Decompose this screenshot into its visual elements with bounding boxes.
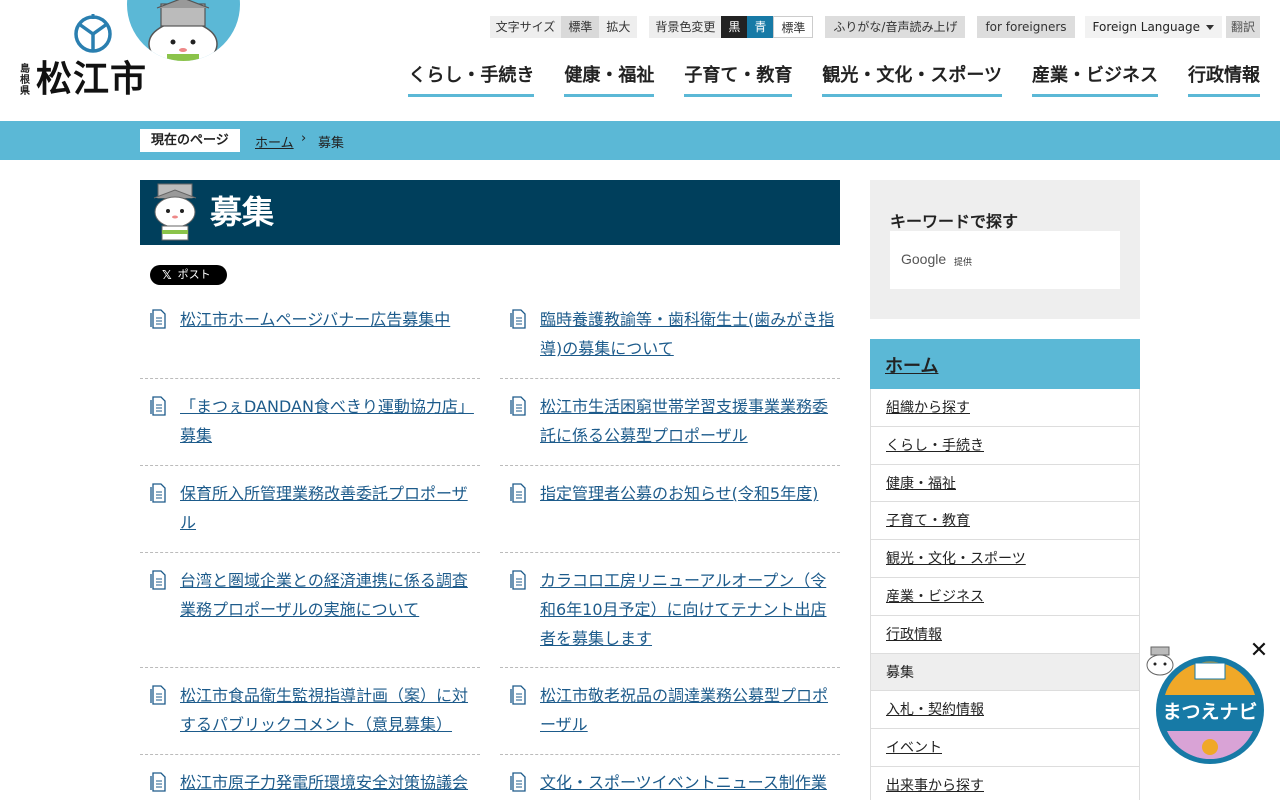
sidebar-item-events[interactable]: イベント: [870, 729, 1140, 767]
language-select-label: Foreign Language: [1092, 20, 1200, 34]
gnav-item-tourism[interactable]: 観光・文化・スポーツ: [822, 64, 1002, 97]
document-icon: [510, 309, 526, 329]
document-icon: [150, 772, 166, 792]
item-link[interactable]: 保育所入所管理業務改善委託プロポーザル: [180, 479, 480, 537]
city-name: 松江市: [36, 59, 148, 100]
document-icon: [150, 396, 166, 416]
document-icon: [150, 685, 166, 705]
item-link[interactable]: 松江市敬老祝品の調達業務公募型プロポーザル: [540, 681, 840, 739]
gnav-item-business[interactable]: 産業・ビジネス: [1032, 64, 1158, 97]
sidebar-item-business[interactable]: 産業・ビジネス: [870, 577, 1140, 616]
bg-black-button[interactable]: 黒: [721, 16, 748, 38]
item-link[interactable]: カラコロ工房リニューアルオープン（令和6年10月予定）に向けてテナント出店者を募…: [540, 566, 840, 653]
matsue-navi-label: まつえナビ: [1162, 701, 1258, 723]
list-item: 松江市食品衛生監視指導計画（案）に対するパブリックコメント（意見募集）: [140, 681, 480, 755]
gnav-item-living[interactable]: くらし・手続き: [408, 64, 535, 97]
google-provided-label: 提供: [954, 258, 973, 268]
document-icon: [510, 483, 526, 503]
chevron-down-icon: [1205, 24, 1214, 30]
font-size-group: 文字サイズ 標準 拡大: [489, 16, 638, 38]
item-link[interactable]: 松江市食品衛生監視指導計画（案）に対するパブリックコメント（意見募集）: [180, 681, 480, 739]
document-icon: [150, 483, 166, 503]
background-color-group: 背景色変更 黒 青 標準: [649, 16, 814, 38]
font-size-label: 文字サイズ: [489, 16, 562, 38]
bg-blue-button[interactable]: 青: [747, 16, 774, 38]
global-nav: くらし・手続き 健康・福祉 子育て・教育 観光・文化・スポーツ 産業・ビジネス …: [408, 64, 1260, 97]
close-icon[interactable]: ✕: [1249, 640, 1269, 662]
document-icon: [510, 772, 526, 792]
document-icon: [150, 570, 166, 590]
sidebar-item-health[interactable]: 健康・福祉: [870, 464, 1140, 503]
list-item: 文化・スポーツイベントニュース制作業: [500, 768, 840, 800]
breadcrumb-label: 現在のページ: [140, 129, 240, 152]
sidebar-nav: ホーム 組織から探す くらし・手続き 健康・福祉 子育て・教育 観光・文化・スポ…: [870, 339, 1140, 800]
document-icon: [510, 685, 526, 705]
list-item: カラコロ工房リニューアルオープン（令和6年10月予定）に向けてテナント出店者を募…: [500, 566, 840, 668]
matsue-navi-widget[interactable]: まつえナビ ✕: [1143, 640, 1271, 766]
page-title-bar: 募集: [140, 180, 840, 245]
item-link[interactable]: 松江市ホームページバナー広告募集中: [180, 305, 480, 334]
sidebar-item-bidding[interactable]: 入札・契約情報: [870, 691, 1140, 730]
sidebar-item-recruitment: 募集: [870, 653, 1140, 692]
sidebar-item-living[interactable]: くらし・手続き: [870, 426, 1140, 465]
city-crest-icon: [74, 14, 112, 53]
translate-button[interactable]: 翻訳: [1225, 16, 1260, 38]
document-icon: [150, 309, 166, 329]
item-link[interactable]: 松江市原子力発電所環境安全対策協議会: [180, 768, 480, 797]
sidebar-item-life-events[interactable]: 出来事から探す: [870, 766, 1140, 800]
list-item: 松江市ホームページバナー広告募集中: [140, 305, 480, 379]
breadcrumb-home-link[interactable]: ホーム: [255, 132, 294, 151]
search-input[interactable]: Google 提供: [890, 231, 1120, 289]
list-item: 保育所入所管理業務改善委託プロポーザル: [140, 479, 480, 553]
list-item: 松江市原子力発電所環境安全対策協議会: [140, 768, 480, 800]
x-post-button[interactable]: 𝕏 ポスト: [150, 265, 227, 285]
item-link[interactable]: 松江市生活困窮世帯学習支援事業業務委託に係る公募型プロポーザル: [540, 392, 840, 450]
search-title: キーワードで探す: [890, 212, 1019, 231]
document-icon: [510, 396, 526, 416]
for-foreigners-link[interactable]: for foreigners: [977, 16, 1075, 38]
utility-bar: 文字サイズ 標準 拡大 背景色変更 黒 青 標準 ふりがな/音声読み上げ for…: [478, 16, 1260, 38]
gnav-item-administration[interactable]: 行政情報: [1188, 64, 1260, 97]
list-item: 指定管理者公募のお知らせ(令和5年度): [500, 479, 840, 553]
site-logo[interactable]: 島根県 松江市: [18, 14, 148, 104]
mascot-icon: [1146, 646, 1174, 676]
font-standard-button[interactable]: 標準: [561, 16, 600, 38]
list-item: 台湾と圏域企業との経済連携に係る調査業務プロポーザルの実施について: [140, 566, 480, 668]
item-link[interactable]: 臨時養護教諭等・歯科衛生士(歯みがき指導)の募集について: [540, 305, 840, 363]
item-link[interactable]: 指定管理者公募のお知らせ(令和5年度): [540, 479, 840, 508]
breadcrumb: 現在のページ ホーム › 募集: [0, 121, 1280, 160]
font-large-button[interactable]: 拡大: [599, 16, 638, 38]
sidebar-home-link[interactable]: ホーム: [870, 339, 1140, 389]
breadcrumb-separator-icon: ›: [301, 131, 307, 146]
site-header: 島根県 松江市 文字サイズ 標準 拡大 背景色変更 黒 青 標準 ふりがな/音声…: [0, 0, 1280, 121]
breadcrumb-current: 募集: [318, 136, 345, 151]
list-item: 松江市敬老祝品の調達業務公募型プロポーザル: [500, 681, 840, 755]
x-post-label: ポスト: [177, 268, 211, 281]
x-logo-icon: 𝕏: [162, 268, 172, 282]
list-item: 松江市生活困窮世帯学習支援事業業務委託に係る公募型プロポーザル: [500, 392, 840, 466]
sidebar-item-tourism[interactable]: 観光・文化・スポーツ: [870, 540, 1140, 578]
gnav-item-childcare[interactable]: 子育て・教育: [684, 64, 793, 97]
mascot-icon: [153, 183, 197, 241]
bg-color-label: 背景色変更: [649, 16, 722, 38]
list-item: 「まつぇDANDAN食べきり運動協力店」募集: [140, 392, 480, 466]
item-link[interactable]: 文化・スポーツイベントニュース制作業: [540, 768, 840, 797]
gnav-item-health[interactable]: 健康・福祉: [564, 64, 655, 97]
sidebar-item-organization[interactable]: 組織から探す: [870, 389, 1140, 427]
prefecture-label: 島根県: [20, 64, 30, 97]
item-link[interactable]: 台湾と圏域企業との経済連携に係る調査業務プロポーザルの実施について: [180, 566, 480, 624]
document-icon: [510, 570, 526, 590]
google-label: Google: [901, 251, 947, 267]
keyword-search-panel: キーワードで探す Google 提供: [870, 180, 1140, 319]
item-link[interactable]: 「まつぇDANDAN食べきり運動協力店」募集: [180, 392, 480, 450]
page-title: 募集: [210, 193, 275, 231]
list-item: 臨時養護教諭等・歯科衛生士(歯みがき指導)の募集について: [500, 305, 840, 379]
furigana-button[interactable]: ふりがな/音声読み上げ: [825, 16, 966, 38]
sidebar-item-administration[interactable]: 行政情報: [870, 615, 1140, 654]
language-select[interactable]: Foreign Language: [1084, 16, 1222, 38]
bg-standard-button[interactable]: 標準: [773, 16, 814, 38]
sidebar-item-childcare[interactable]: 子育て・教育: [870, 502, 1140, 541]
